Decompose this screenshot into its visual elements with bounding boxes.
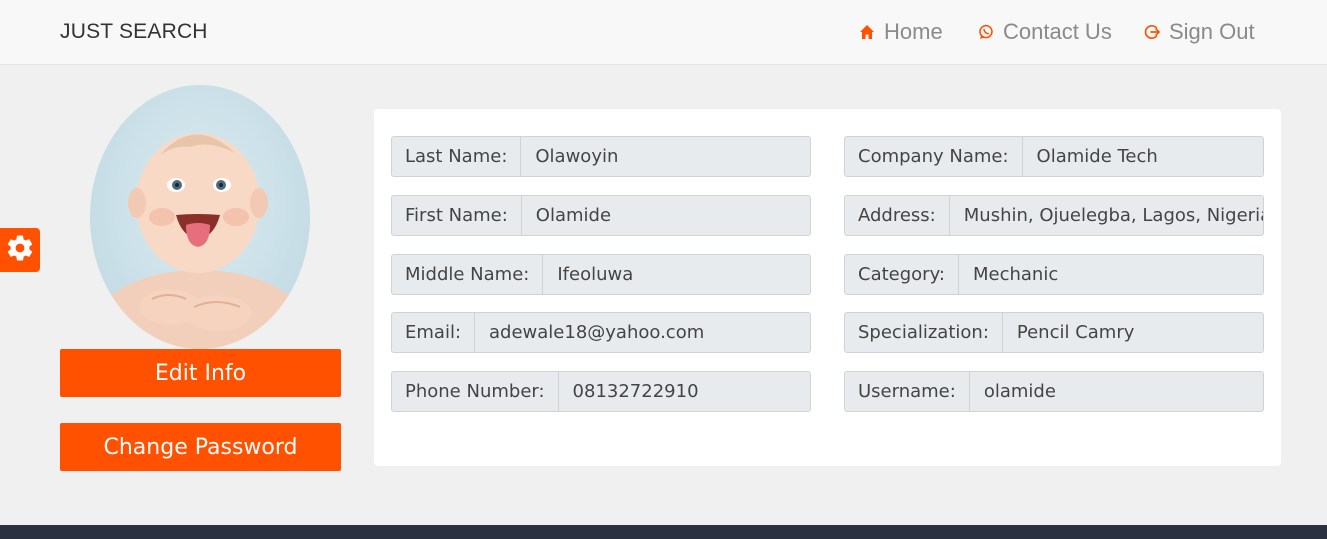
nav-contact-link[interactable]: Contact Us: [977, 19, 1112, 45]
username-field[interactable]: Username: olamide: [844, 371, 1264, 412]
last-name-field[interactable]: Last Name: Olawoyin: [391, 136, 811, 177]
nav-signout-link[interactable]: Sign Out: [1143, 19, 1255, 45]
field-label: Company Name:: [845, 137, 1023, 176]
nav-home-link[interactable]: Home: [858, 19, 943, 45]
field-label: Last Name:: [392, 137, 522, 176]
field-label: First Name:: [392, 196, 522, 235]
field-label: Email:: [392, 313, 476, 352]
category-field[interactable]: Category: Mechanic: [844, 254, 1264, 295]
field-label: Phone Number:: [392, 372, 559, 411]
field-value: 08132722910: [572, 381, 699, 402]
specialization-field[interactable]: Specialization: Pencil Camry: [844, 312, 1264, 353]
whatsapp-icon: [977, 23, 995, 41]
field-value: Olamide Tech: [1036, 146, 1158, 167]
field-value: Mushin, Ojuelegba, Lagos, Nigeria: [963, 205, 1263, 226]
company-name-field[interactable]: Company Name: Olamide Tech: [844, 136, 1264, 177]
field-label: Username:: [845, 372, 970, 411]
field-label: Middle Name:: [392, 255, 544, 294]
first-name-field[interactable]: First Name: Olamide: [391, 195, 811, 236]
change-password-button[interactable]: Change Password: [60, 423, 341, 471]
field-value: Pencil Camry: [1016, 322, 1135, 343]
edit-info-button[interactable]: Edit Info: [60, 349, 341, 397]
brand-title[interactable]: JUST SEARCH: [60, 20, 208, 44]
middle-name-field[interactable]: Middle Name: Ifeoluwa: [391, 254, 811, 295]
field-value: olamide: [983, 381, 1056, 402]
page-footer: [0, 525, 1327, 539]
address-field[interactable]: Address: Mushin, Ojuelegba, Lagos, Niger…: [844, 195, 1264, 236]
settings-toggle[interactable]: [0, 228, 40, 272]
profile-avatar: [90, 85, 310, 349]
field-value: Olawoyin: [535, 146, 619, 167]
field-label: Category:: [845, 255, 959, 294]
gear-icon: [5, 233, 35, 268]
field-value: Mechanic: [972, 264, 1059, 285]
sign-out-icon: [1143, 23, 1161, 41]
home-icon: [858, 23, 876, 41]
profile-details-card: Last Name: Olawoyin First Name: Olamide …: [374, 109, 1281, 466]
field-label: Address:: [845, 196, 950, 235]
field-value: Olamide: [535, 205, 612, 226]
field-label: Specialization:: [845, 313, 1003, 352]
top-navbar: JUST SEARCH Home Contact Us Sign Out: [0, 0, 1327, 65]
nav-signout-label: Sign Out: [1169, 19, 1255, 44]
phone-number-field[interactable]: Phone Number: 08132722910: [391, 371, 811, 412]
email-field[interactable]: Email: adewale18@yahoo.com: [391, 312, 811, 353]
field-value: adewale18@yahoo.com: [489, 322, 705, 343]
field-value: Ifeoluwa: [557, 264, 634, 285]
nav-contact-label: Contact Us: [1003, 19, 1112, 44]
nav-home-label: Home: [884, 19, 943, 44]
